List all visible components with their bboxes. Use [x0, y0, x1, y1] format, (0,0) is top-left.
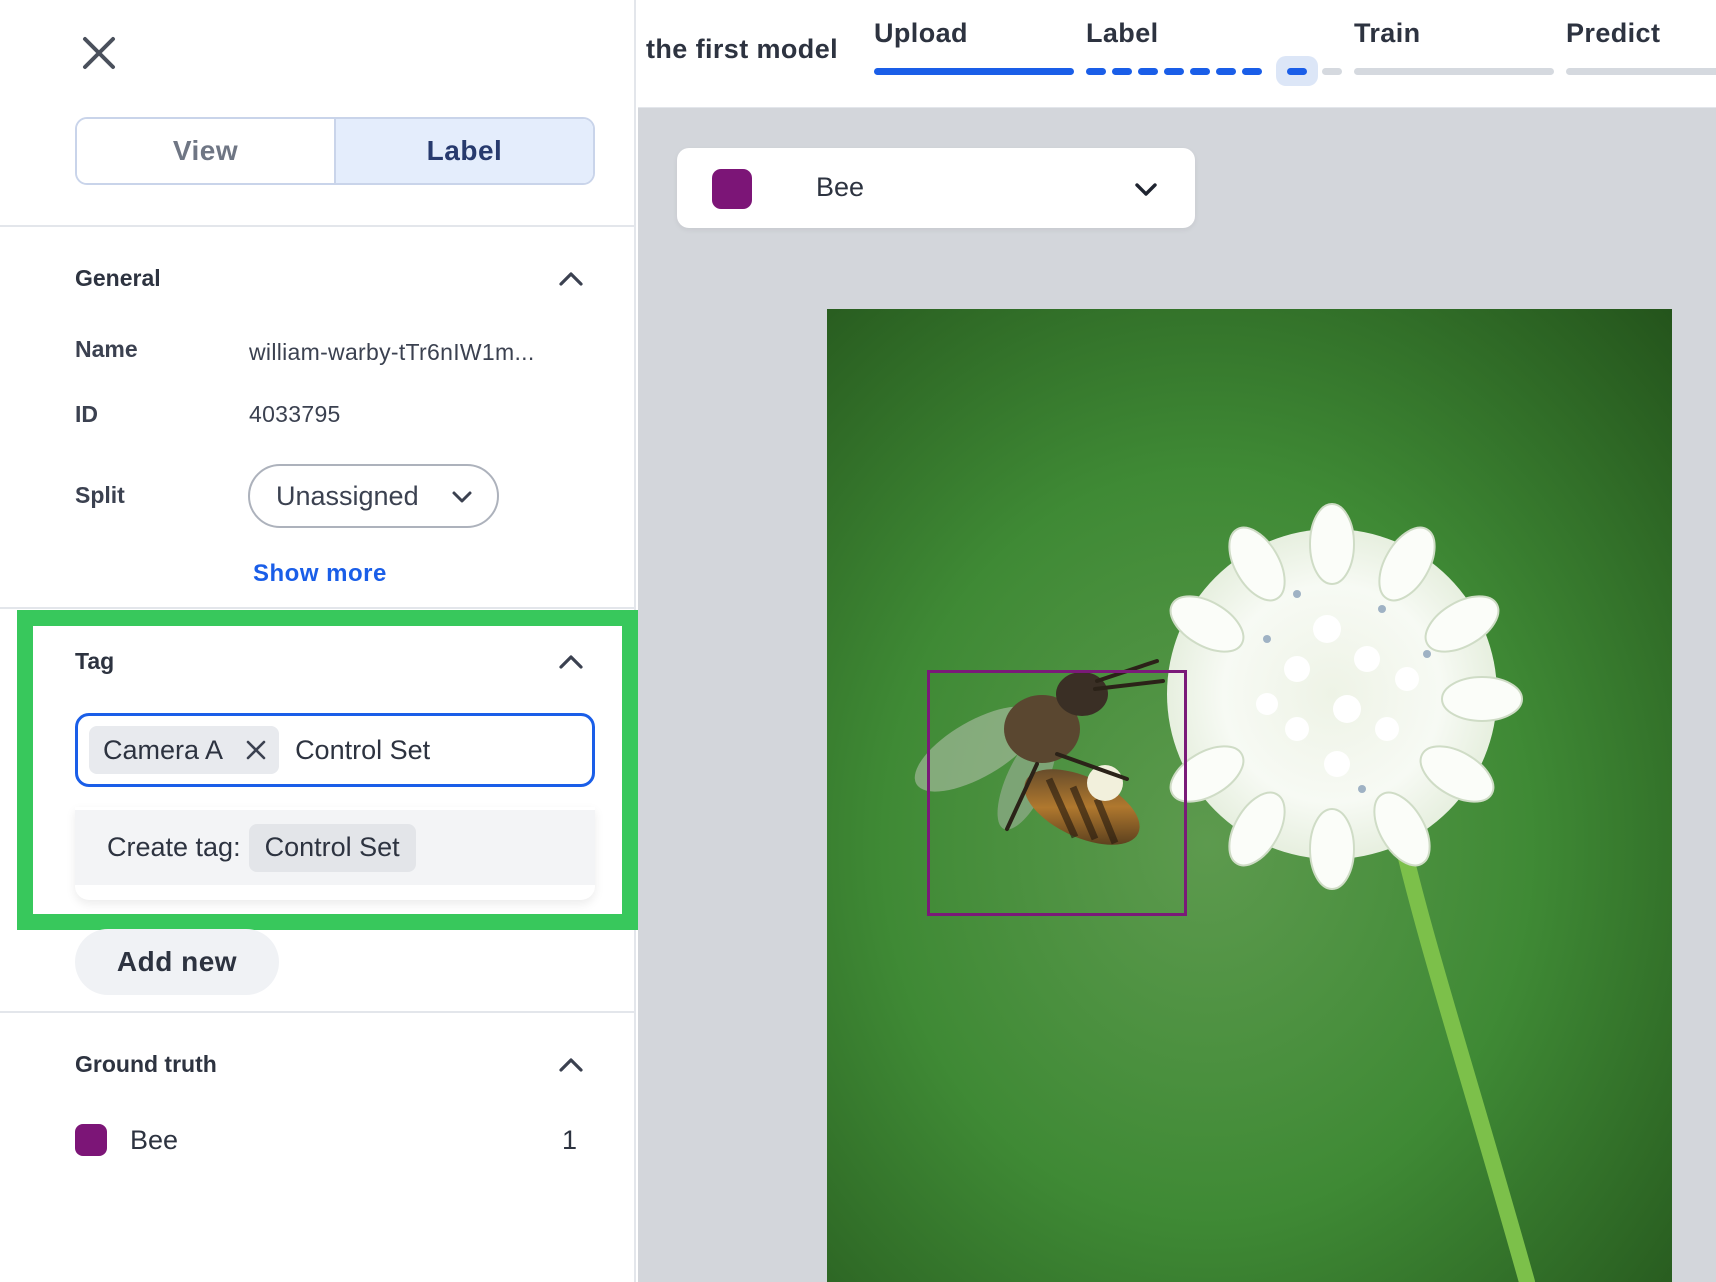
id-value: 4033795: [249, 401, 341, 427]
project-name: the first model: [646, 34, 839, 64]
remove-tag-close-icon[interactable]: [243, 737, 269, 763]
progress-dash: [1190, 68, 1210, 75]
show-more-link[interactable]: Show more: [253, 560, 387, 588]
id-label: ID: [75, 401, 98, 427]
tag-chip: Camera A: [89, 726, 280, 774]
step-predict[interactable]: Predict: [1566, 18, 1660, 49]
class-select-dropdown[interactable]: Bee: [677, 148, 1195, 228]
image-detail-panel: View Label General Name william-warby-tT…: [0, 0, 638, 1282]
upload-progress-bar: [874, 68, 1074, 75]
tag-input[interactable]: Camera A: [75, 713, 595, 787]
name-value: william-warby-tTr6nIW1m...: [249, 339, 535, 365]
workflow-top-bar: the first model Upload Label Train Predi…: [638, 0, 1716, 108]
name-label: Name: [75, 336, 138, 362]
split-label: Split: [75, 482, 125, 508]
step-train[interactable]: Train: [1354, 18, 1421, 49]
bee-class-color-swatch: [75, 1124, 107, 1156]
mode-toggle: View Label: [75, 117, 595, 185]
tag-text-input[interactable]: [295, 734, 546, 766]
progress-dash: [1287, 68, 1307, 75]
label-mode-button[interactable]: Label: [334, 119, 593, 183]
general-section-title: General: [75, 265, 161, 291]
general-collapse-chevron-up-icon[interactable]: [556, 264, 586, 294]
view-mode-button[interactable]: View: [77, 119, 334, 183]
predict-progress-bar: [1566, 68, 1716, 75]
split-select[interactable]: Unassigned: [248, 464, 499, 528]
step-label[interactable]: Label: [1086, 18, 1159, 49]
progress-dash: [1164, 68, 1184, 75]
create-tag-chip: Control Set: [248, 823, 416, 872]
ground-truth-collapse-chevron-up-icon[interactable]: [556, 1050, 586, 1080]
add-new-button[interactable]: Add new: [75, 929, 279, 995]
bee-bounding-box[interactable]: [927, 670, 1187, 916]
close-icon[interactable]: [76, 30, 122, 76]
bee-flower-photo[interactable]: [827, 309, 1672, 1282]
divider: [0, 1011, 636, 1013]
label-progress-current-marker: [1276, 56, 1318, 86]
train-progress-bar: [1354, 68, 1554, 75]
create-tag-prefix: Create tag:: [107, 832, 241, 862]
progress-dash-pending: [1322, 68, 1342, 75]
progress-dash: [1086, 68, 1106, 75]
tag-collapse-chevron-up-icon[interactable]: [556, 647, 586, 677]
class-color-swatch: [712, 169, 752, 209]
step-upload[interactable]: Upload: [874, 18, 968, 49]
divider: [0, 225, 636, 227]
ground-truth-class-name: Bee: [130, 1125, 179, 1155]
split-select-value: Unassigned: [276, 480, 419, 511]
ground-truth-class-count: 1: [562, 1125, 578, 1155]
divider: [0, 607, 636, 609]
ground-truth-section-title: Ground truth: [75, 1051, 217, 1077]
progress-dash: [1112, 68, 1132, 75]
progress-dash: [1216, 68, 1236, 75]
tag-chip-label: Camera A: [103, 734, 224, 765]
labeling-canvas[interactable]: Bee: [638, 108, 1716, 1282]
progress-dash: [1242, 68, 1262, 75]
class-select-value: Bee: [816, 172, 865, 202]
chevron-down-icon: [1135, 183, 1157, 196]
tag-section-title: Tag: [75, 648, 115, 674]
progress-dash: [1138, 68, 1158, 75]
tag-suggestions-dropdown: Create tag: Control Set: [75, 807, 595, 900]
create-tag-option[interactable]: Create tag: Control Set: [75, 810, 595, 885]
chevron-down-icon: [452, 491, 472, 503]
